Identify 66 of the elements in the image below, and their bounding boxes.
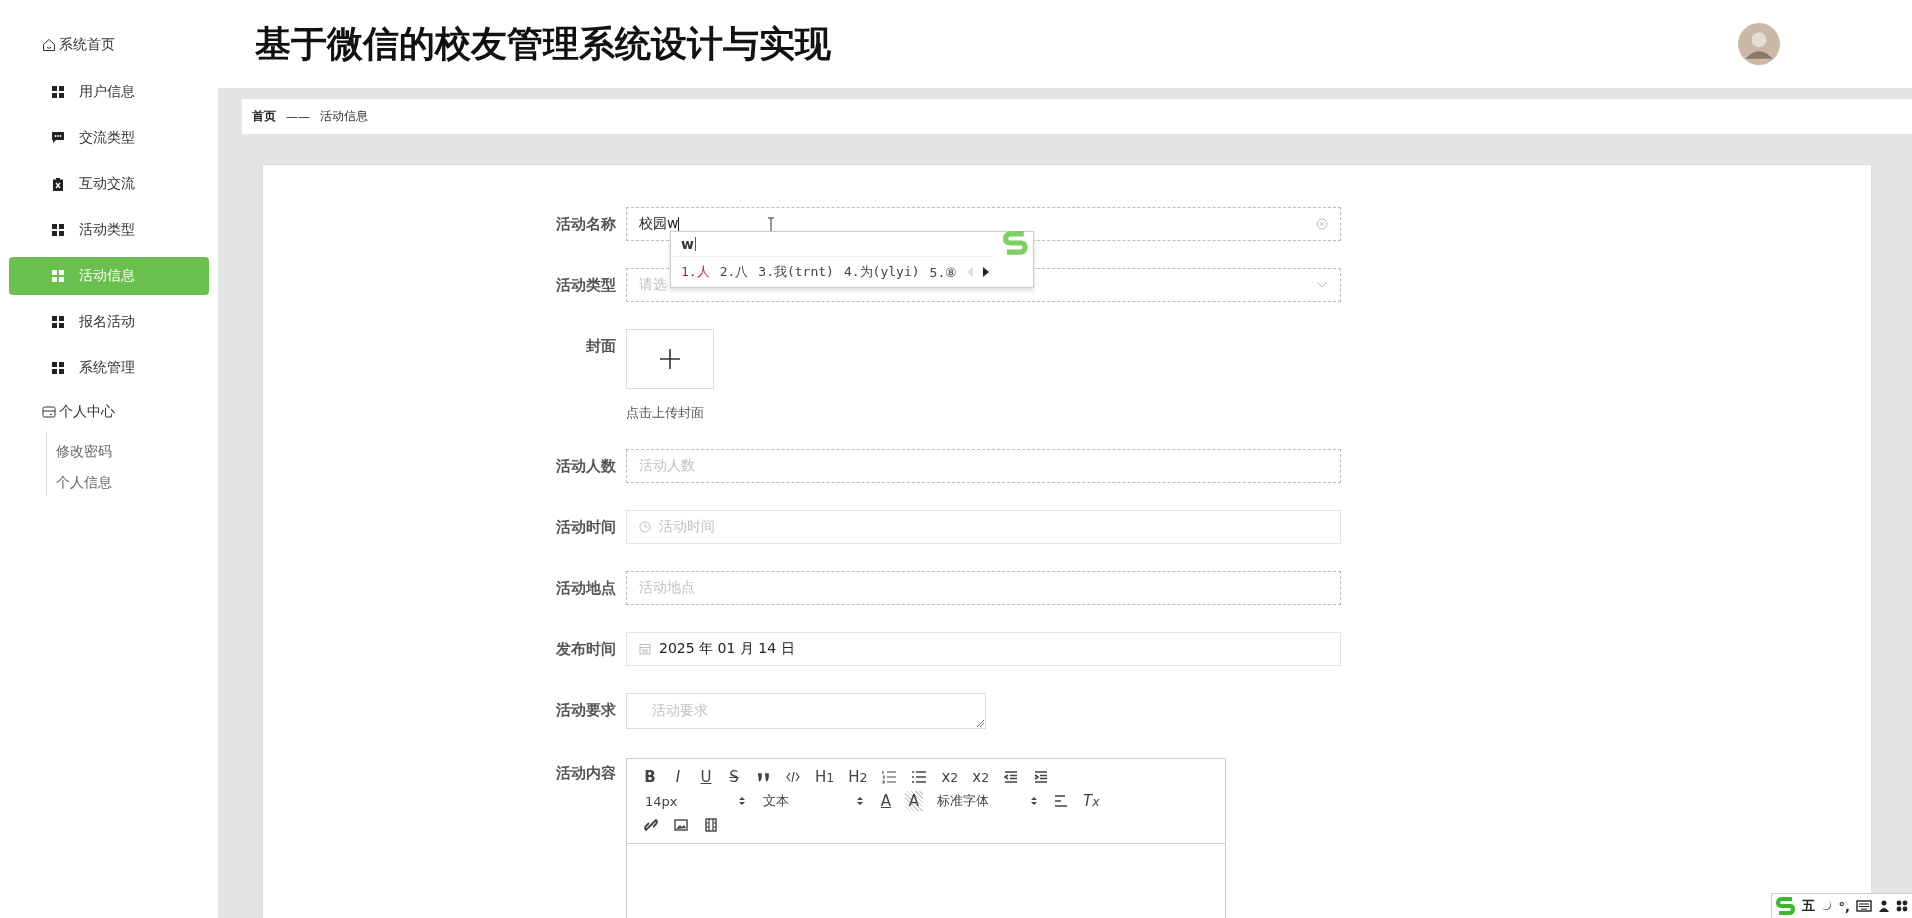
- clock-icon: [639, 521, 651, 533]
- menu-item[interactable]: 用户信息: [9, 73, 209, 111]
- format-dropdown[interactable]: 标准字体: [933, 792, 1041, 810]
- grid-icon: [52, 270, 64, 282]
- ime-candidate[interactable]: 5.⑧: [929, 264, 958, 280]
- breadcrumb-item: 活动信息: [320, 108, 368, 125]
- calendar-icon: [639, 643, 651, 655]
- menu-item[interactable]: 个人中心: [42, 397, 115, 427]
- menu-item[interactable]: 系统首页: [42, 30, 115, 60]
- field-label: 活动要求: [555, 700, 617, 721]
- menu-item[interactable]: 系统管理: [9, 349, 209, 387]
- format-dropdown[interactable]: 14px: [641, 793, 749, 809]
- field-label: 封面: [585, 336, 617, 357]
- field-label: 活动内容: [555, 763, 617, 784]
- submenu-item[interactable]: 修改密码: [56, 443, 112, 461]
- avatar[interactable]: [1738, 23, 1780, 65]
- resize-handle-icon[interactable]: [976, 719, 984, 727]
- clipboard-icon: [52, 177, 64, 191]
- breadcrumb-item[interactable]: 首页: [252, 108, 276, 125]
- field-label: 发布时间: [555, 639, 617, 660]
- menu-item[interactable]: 交流类型: [9, 119, 209, 157]
- format-dropdown[interactable]: 文本: [759, 792, 867, 810]
- format-button[interactable]: B: [641, 767, 659, 787]
- ime-candidate[interactable]: 1.人: [681, 263, 710, 281]
- submenu-item[interactable]: 个人信息: [56, 474, 112, 492]
- ime-candidate[interactable]: 4.为(ylyi): [843, 263, 920, 281]
- format-button[interactable]: A: [877, 791, 895, 811]
- format-button[interactable]: A: [905, 791, 923, 811]
- grid-icon: [52, 316, 64, 328]
- field-label: 活动地点: [555, 578, 617, 599]
- upload-hint: 点击上传封面: [626, 404, 705, 422]
- date-field[interactable]: 2025 年 01 月 14 日: [626, 632, 1341, 666]
- menu-item[interactable]: 活动类型: [9, 211, 209, 249]
- plus-icon: [660, 349, 680, 369]
- up-down-icon: [739, 796, 745, 806]
- text-cursor-icon: [767, 217, 775, 233]
- grid-icon: [52, 362, 64, 374]
- field-label: 活动名称: [555, 214, 617, 235]
- home-icon: [42, 38, 56, 52]
- menu-item[interactable]: 互动交流: [9, 165, 209, 203]
- chevron-down-icon: [1316, 281, 1328, 289]
- field-label: 活动时间: [555, 517, 617, 538]
- page-right-icon[interactable]: [983, 267, 990, 277]
- field-label: 活动人数: [555, 456, 617, 477]
- grid-icon[interactable]: [1896, 900, 1908, 912]
- up-down-icon: [857, 796, 863, 806]
- s-logo-icon[interactable]: [1775, 896, 1796, 916]
- field-label: 活动类型: [555, 275, 617, 296]
- grid-icon: [52, 86, 64, 98]
- up-down-icon: [1031, 796, 1037, 806]
- page-title: 基于微信的校友管理系统设计与实现: [255, 21, 831, 66]
- grid-icon: [52, 224, 64, 236]
- chat-icon: [52, 132, 64, 144]
- format-button[interactable]: S: [725, 767, 743, 787]
- input-mode[interactable]: 五: [1801, 897, 1815, 915]
- menu-item[interactable]: 报名活动: [9, 303, 209, 341]
- ime-candidate[interactable]: 3.我(trnt): [758, 263, 834, 281]
- s-logo-icon: [1003, 230, 1029, 256]
- card-icon: [42, 405, 56, 419]
- keyboard-icon[interactable]: [1856, 900, 1872, 912]
- format-button[interactable]: U: [697, 767, 715, 787]
- person-icon[interactable]: [1878, 900, 1890, 912]
- ime-candidate[interactable]: 2.八: [719, 263, 749, 281]
- punctuation-mode[interactable]: °,: [1838, 898, 1850, 914]
- breadcrumb-separator: ——: [286, 109, 310, 124]
- format-button[interactable]: I: [669, 767, 687, 787]
